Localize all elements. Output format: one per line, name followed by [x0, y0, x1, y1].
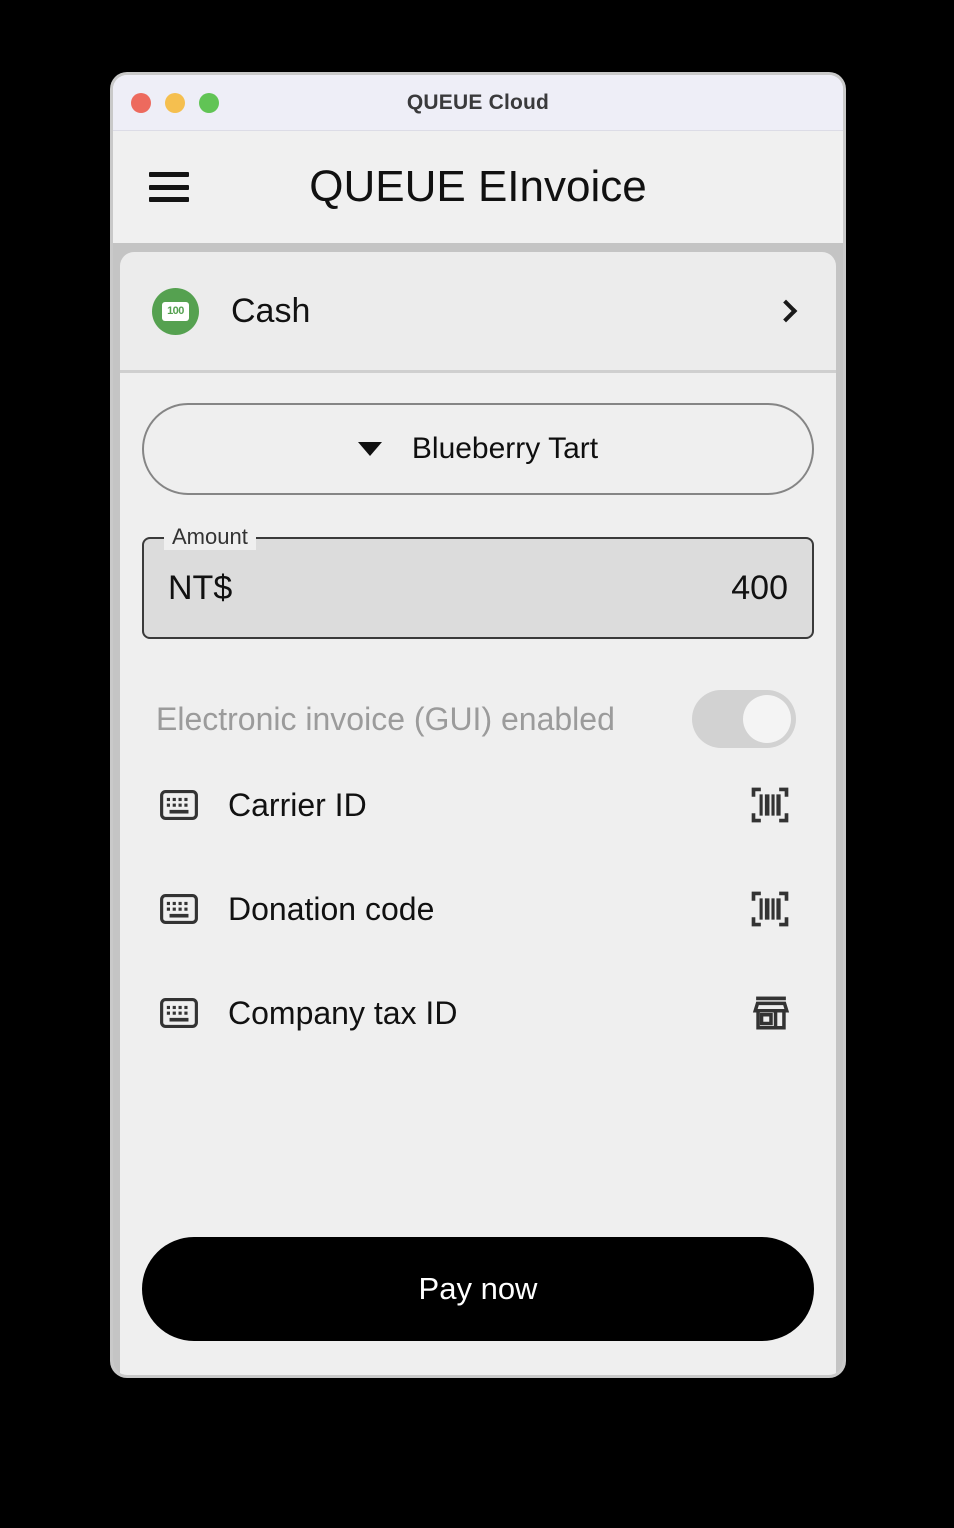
currency-prefix: NT$ — [168, 568, 233, 607]
traffic-light-group — [131, 92, 219, 113]
einvoice-toggle-label: Electronic invoice (GUI) enabled — [156, 700, 615, 737]
option-row-donation-code[interactable]: Donation code — [142, 857, 814, 961]
close-window-button[interactable] — [131, 92, 151, 113]
minimize-window-button[interactable] — [165, 92, 185, 113]
appbar-divider — [113, 243, 843, 252]
amount-field-wrapper: Amount NT$ 400 — [142, 524, 814, 639]
banknote-value: 100 — [162, 301, 189, 321]
maximize-window-button[interactable] — [199, 92, 219, 113]
toggle-knob — [743, 695, 791, 743]
option-row-company-tax-id[interactable]: Company tax ID — [142, 961, 814, 1065]
keyboard-icon[interactable] — [160, 998, 198, 1028]
window-body: 100 Cash Blueberry Tart Amount NT$ 400 E… — [113, 252, 843, 1375]
payment-method-label: Cash — [231, 291, 311, 330]
chevron-right-icon — [774, 299, 798, 323]
option-label: Donation code — [228, 890, 435, 927]
hamburger-menu-icon[interactable] — [149, 172, 189, 202]
item-dropdown-value: Blueberry Tart — [411, 432, 599, 465]
amount-input[interactable]: NT$ 400 — [142, 537, 814, 639]
pay-now-button[interactable]: Pay now — [142, 1237, 814, 1341]
form-content: Blueberry Tart Amount NT$ 400 Electronic… — [120, 373, 836, 1219]
amount-value: 400 — [731, 568, 788, 607]
option-row-carrier-id[interactable]: Carrier ID — [142, 753, 814, 857]
payment-method-row[interactable]: 100 Cash — [120, 252, 836, 370]
einvoice-toggle-switch[interactable] — [692, 690, 796, 748]
chevron-down-icon — [357, 442, 382, 456]
keyboard-icon[interactable] — [160, 790, 198, 820]
window-titlebar: QUEUE Cloud — [113, 75, 843, 131]
barcode-scan-icon[interactable] — [748, 887, 792, 931]
keyboard-icon[interactable] — [160, 894, 198, 924]
einvoice-toggle-row[interactable]: Electronic invoice (GUI) enabled — [142, 685, 814, 753]
option-label: Carrier ID — [228, 786, 367, 823]
storefront-icon[interactable] — [750, 992, 792, 1034]
option-label: Company tax ID — [228, 994, 458, 1031]
app-window: QUEUE Cloud QUEUE EInvoice 100 Cash Blue… — [113, 75, 843, 1375]
barcode-scan-icon[interactable] — [748, 783, 792, 827]
app-bar: QUEUE EInvoice — [113, 131, 843, 243]
window-title: QUEUE Cloud — [406, 90, 550, 114]
cash-banknote-icon: 100 — [152, 287, 199, 335]
amount-field-legend: Amount — [164, 524, 256, 550]
item-dropdown[interactable]: Blueberry Tart — [142, 403, 814, 495]
footer-bar: Pay now — [120, 1219, 836, 1375]
page-title: QUEUE EInvoice — [309, 162, 647, 211]
